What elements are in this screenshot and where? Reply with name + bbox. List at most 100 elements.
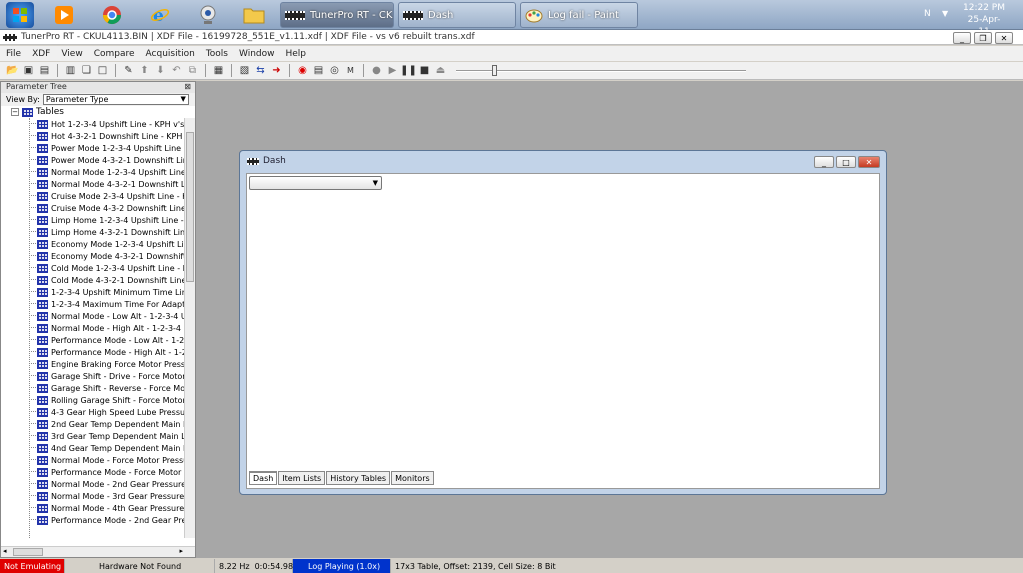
undo-icon[interactable]: ↶ [170,64,183,77]
restore-button[interactable]: ❐ [974,32,992,44]
tree-item[interactable]: Normal Mode - 2nd Gear Pressure C [29,478,184,490]
eject-icon[interactable]: ⏏ [434,64,447,77]
tree-item[interactable]: Cruise Mode 2-3-4 Upshift Line - KP [29,190,184,202]
tab-dash[interactable]: Dash [249,471,278,485]
stop-icon[interactable]: ■ [418,64,431,77]
marker-icon[interactable]: M [344,64,357,77]
dash-minimize-button[interactable]: _ [814,156,834,168]
tree-item[interactable]: Engine Braking Force Motor Pressur [29,358,184,370]
tree-item[interactable]: 4nd Gear Temp Dependent Main Lin [29,442,184,454]
slider-thumb[interactable] [492,65,497,76]
tab-history-tables[interactable]: History Tables [326,471,391,485]
tree-item[interactable]: Normal Mode 4-3-2-1 Downshift Line [29,178,184,190]
dash-maximize-button[interactable]: □ [836,156,856,168]
close-button[interactable]: ✕ [995,32,1013,44]
connect-icon[interactable]: ⇆ [254,64,267,77]
menu-window[interactable]: Window [239,49,275,59]
menu-tools[interactable]: Tools [206,49,228,59]
dash-close-button[interactable]: ✕ [858,156,880,168]
tree-item[interactable]: Limp Home 4-3-2-1 Downshift Line - [29,226,184,238]
internet-explorer-icon[interactable]: e [146,2,174,28]
chip-tool-icon[interactable]: ▦ [212,64,225,77]
dash-select[interactable]: ▼ [249,176,382,190]
open-xdf-icon[interactable]: ▤ [38,64,51,77]
tree-item[interactable]: Normal Mode - Force Motor Pressur [29,454,184,466]
taskbar-button-paint[interactable]: Log fail - Paint [520,2,638,28]
tree-item[interactable]: 1-2-3-4 Upshift Minimum Time Limit [29,286,184,298]
tree-item[interactable]: Power Mode 4-3-2-1 Downshift Line [29,154,184,166]
tree-item[interactable]: Cold Mode 4-3-2-1 Downshift Line - [29,274,184,286]
tree-item[interactable]: Normal Mode 1-2-3-4 Upshift Line - [29,166,184,178]
tree-item[interactable]: Normal Mode - 4th Gear Pressure C [29,502,184,514]
view-by-select[interactable]: Parameter Type ▼ [42,94,189,105]
scroll-right-icon[interactable]: ▸ [179,547,183,555]
tree-item[interactable]: Performance Mode - High Alt - 1-2-3 [29,346,184,358]
tree-item[interactable]: Hot 4-3-2-1 Downshift Line - KPH V [29,130,184,142]
taskbar-button-tunerpro[interactable]: TunerPro RT - CK... [280,2,394,28]
scrollbar-thumb[interactable] [13,548,43,556]
tab-item-lists[interactable]: Item Lists [278,471,326,485]
tree-item[interactable]: Garage Shift - Reverse - Force Moto [29,382,184,394]
tree-item[interactable]: Performance Mode - Force Motor P [29,466,184,478]
menu-file[interactable]: File [6,49,21,59]
tree-item[interactable]: 4-3 Gear High Speed Lube Pressure [29,406,184,418]
open-folder-icon[interactable]: ▥ [64,64,77,77]
menu-xdf[interactable]: XDF [32,49,50,59]
arrow-down-icon[interactable]: ⬇ [154,64,167,77]
record-icon[interactable]: ● [370,64,383,77]
tree-item[interactable]: Economy Mode 1-2-3-4 Upshift Line [29,238,184,250]
tree-item[interactable]: Power Mode 1-2-3-4 Upshift Line - [29,142,184,154]
start-orb-icon[interactable] [6,2,34,28]
tree-item[interactable]: Normal Mode - Low Alt - 1-2-3-4 Up [29,310,184,322]
tree-item[interactable]: Cruise Mode 4-3-2 Downshift Line - [29,202,184,214]
playback-slider[interactable] [456,64,746,77]
tab-monitors[interactable]: Monitors [391,471,434,485]
media-player-icon[interactable] [50,2,78,28]
tree-item[interactable]: Limp Home 1-2-3-4 Upshift Line - KP [29,214,184,226]
folder-icon[interactable] [240,2,268,28]
minimize-button[interactable]: _ [953,32,971,44]
tree-item[interactable]: Rolling Garage Shift - Force Motor P [29,394,184,406]
scrollbar-thumb[interactable] [186,132,194,282]
tree-vertical-scrollbar[interactable] [184,118,195,538]
scroll-left-icon[interactable]: ◂ [3,547,7,555]
arrow-up-icon[interactable]: ⬆ [138,64,151,77]
open-icon[interactable]: 📂 [6,64,19,77]
webcam-icon[interactable] [194,2,222,28]
parameter-tree-list[interactable]: Hot 1-2-3-4 Upshift Line - KPH v's T Hot … [1,118,184,538]
new-icon[interactable]: □ [96,64,109,77]
taskbar-button-dash[interactable]: Dash [398,2,516,28]
tree-item[interactable]: Performance Mode - 2nd Gear Pres [29,514,184,526]
panel-close-icon[interactable]: ⊠ [184,82,191,91]
record-red-icon[interactable]: ◉ [296,64,309,77]
save-icon[interactable]: ▣ [22,64,35,77]
dash-titlebar[interactable]: Dash [240,151,886,171]
tree-item[interactable]: 2nd Gear Temp Dependent Main Lin [29,418,184,430]
gauge-icon[interactable]: ◎ [328,64,341,77]
tree-item[interactable]: Performance Mode - Low Alt - 1-2-3 [29,334,184,346]
menu-acquisition[interactable]: Acquisition [146,49,195,59]
menu-view[interactable]: View [61,49,82,59]
emulate-icon[interactable]: ➜ [270,64,283,77]
tray-chevron-icon[interactable]: ▼ [942,9,948,18]
table-icon[interactable]: ▤ [312,64,325,77]
tree-horizontal-scrollbar[interactable]: ◂ ▸ [1,546,195,557]
tree-item[interactable]: Cold Mode 1-2-3-4 Upshift Line - KP [29,262,184,274]
tree-item[interactable]: Garage Shift - Drive - Force Motor P [29,370,184,382]
copy-icon[interactable]: ❏ [80,64,93,77]
tree-item[interactable]: Economy Mode 4-3-2-1 Downshift L [29,250,184,262]
pen-icon[interactable]: ✎ [122,64,135,77]
compare-icon[interactable]: ⧉ [186,64,199,77]
tree-root-tables[interactable]: − Tables [11,106,64,118]
chrome-icon[interactable] [98,2,126,28]
tree-item[interactable]: Normal Mode - 3rd Gear Pressure C [29,490,184,502]
menu-help[interactable]: Help [286,49,307,59]
play-icon[interactable]: ▶ [386,64,399,77]
tree-item[interactable]: 3rd Gear Temp Dependent Main Lin [29,430,184,442]
tree-item[interactable]: Hot 1-2-3-4 Upshift Line - KPH v's T [29,118,184,130]
tree-item[interactable]: Normal Mode - High Alt - 1-2-3-4 Up [29,322,184,334]
menu-compare[interactable]: Compare [94,49,135,59]
monitor-icon[interactable]: ▧ [238,64,251,77]
pause-icon[interactable]: ❚❚ [400,64,417,77]
collapse-icon[interactable]: − [11,108,19,116]
